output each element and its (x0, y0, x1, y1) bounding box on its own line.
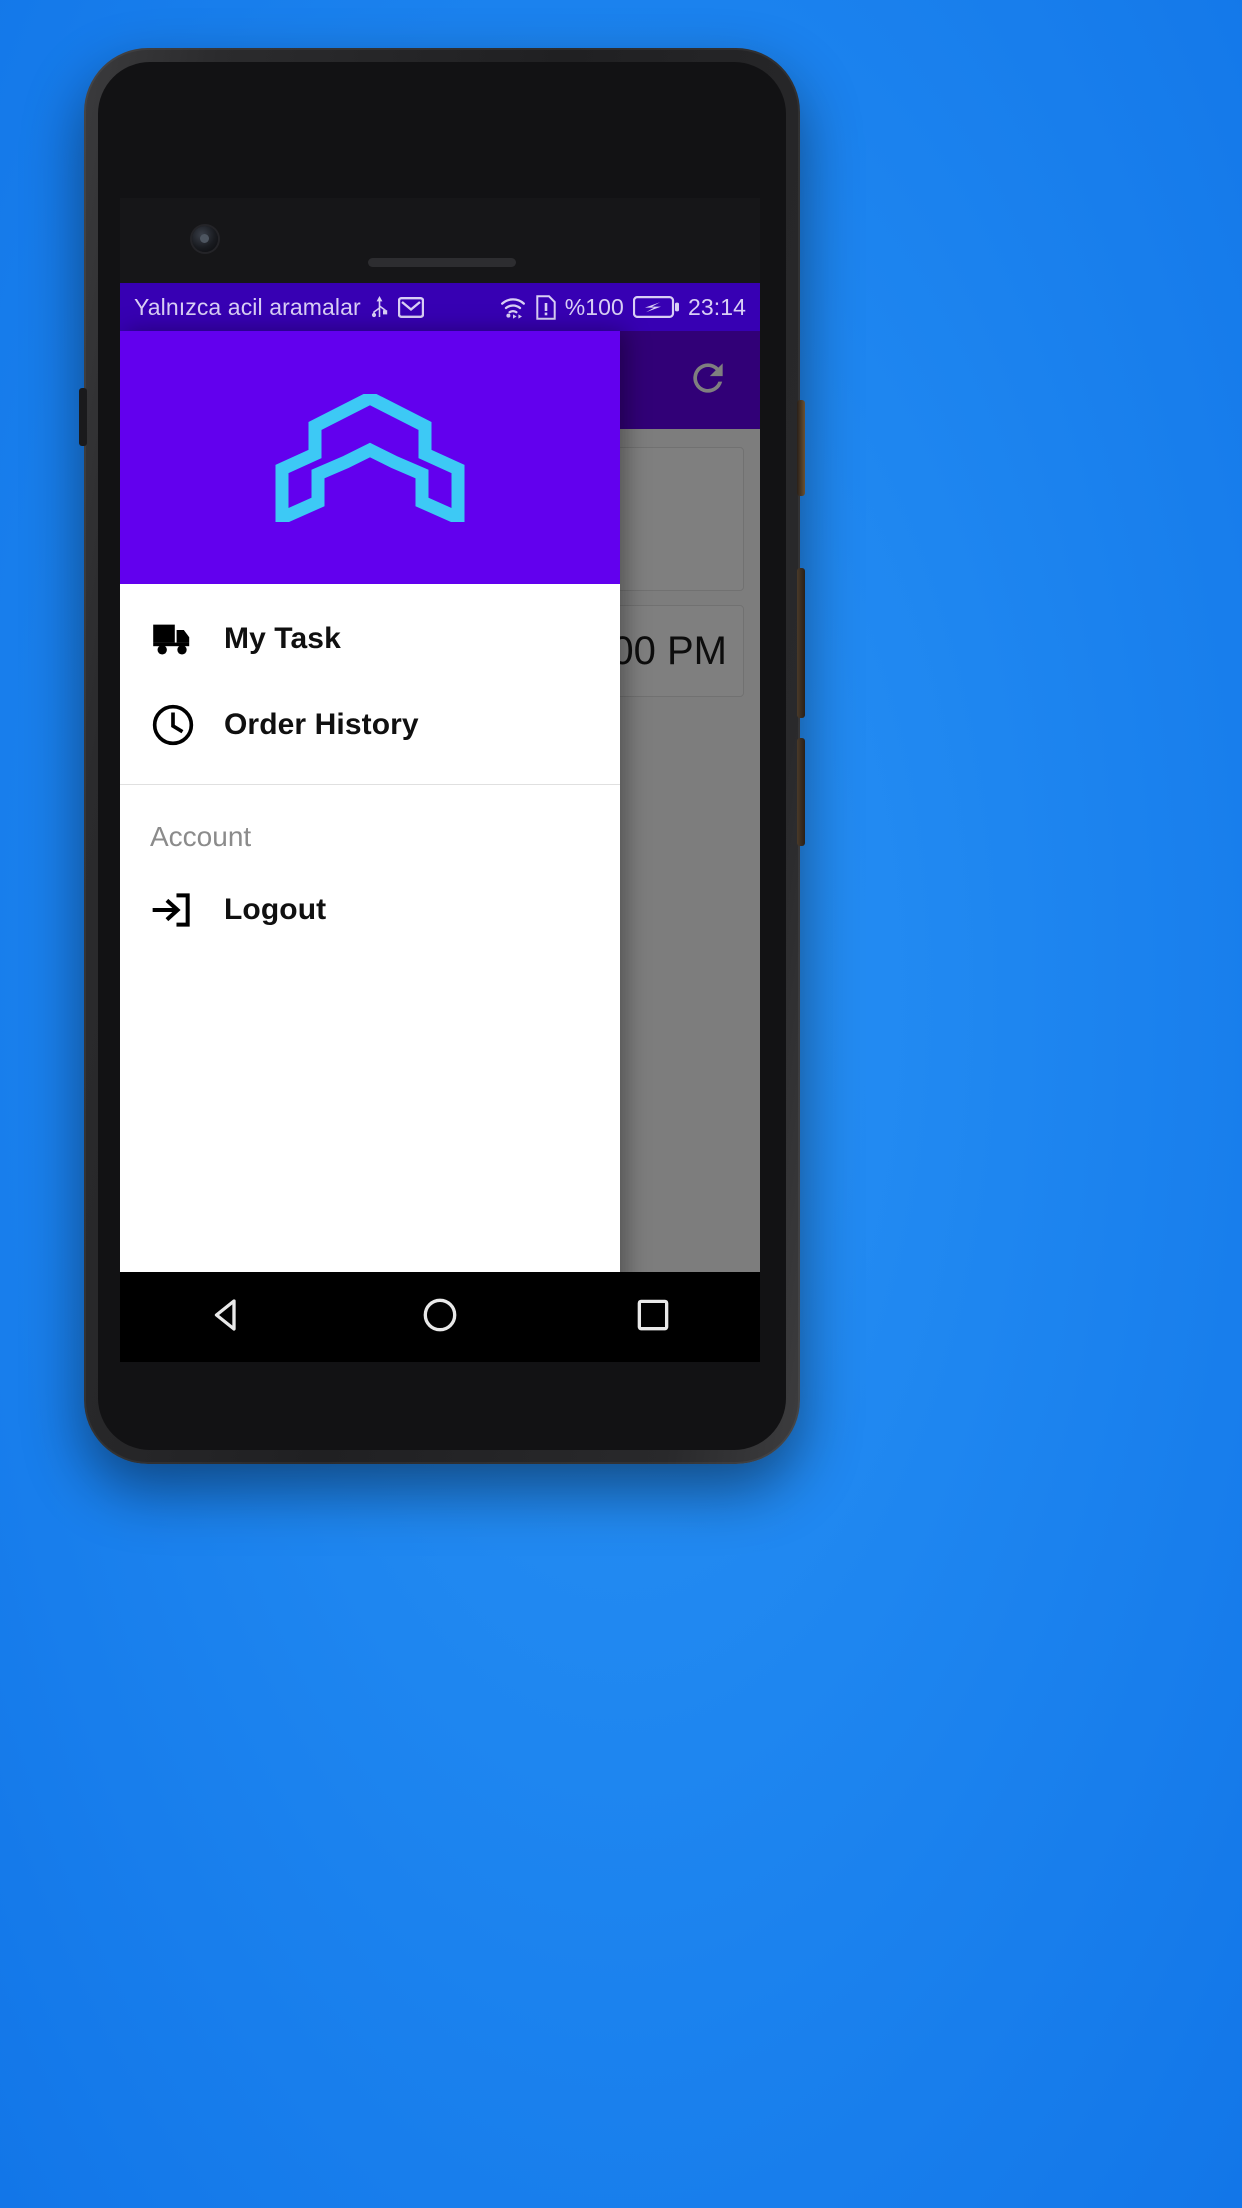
battery-charging-icon (632, 296, 679, 318)
volume-down-button[interactable] (797, 738, 805, 846)
logout-icon (150, 887, 196, 933)
clock-icon (150, 702, 196, 748)
battery-percent-label: %100 (564, 293, 624, 320)
wifi-icon (499, 295, 527, 319)
usb-icon (370, 295, 389, 319)
drawer-item-label: Logout (224, 893, 327, 926)
drawer-item-logout[interactable]: Logout (120, 867, 620, 953)
truck-icon (150, 616, 196, 662)
recents-square-icon[interactable] (632, 1294, 674, 1341)
carrier-text: Yalnızca acil aramalar (134, 293, 361, 320)
drawer-item-my-task[interactable]: My Task (120, 596, 620, 682)
status-bar-right: %100 23:14 (499, 294, 746, 321)
drawer-account-list: Logout (120, 867, 620, 953)
drawer-header (120, 331, 620, 584)
earpiece-speaker (368, 258, 516, 267)
back-triangle-icon[interactable] (206, 1294, 248, 1341)
navigation-drawer: My Task Order History Account Logout (120, 331, 620, 1310)
clock-label: 23:14 (687, 293, 746, 320)
home-circle-icon[interactable] (419, 1294, 461, 1341)
volume-up-button[interactable] (797, 568, 805, 718)
android-nav-bar (120, 1272, 760, 1362)
status-bar-left: Yalnızca acil aramalar (134, 294, 499, 321)
phone-forehead (120, 198, 760, 331)
drawer-main-list: My Task Order History (120, 584, 620, 768)
front-camera-icon (192, 226, 218, 252)
drawer-item-label: Order History (224, 708, 419, 741)
drawer-item-order-history[interactable]: Order History (120, 682, 620, 768)
left-side-button[interactable] (79, 388, 87, 446)
drawer-item-label: My Task (224, 622, 341, 655)
status-bar: Yalnızca acil aramalar %100 23:14 (120, 283, 760, 331)
phone-screen: Yalnızca acil aramalar %100 23:14 My Tas… (120, 198, 760, 1310)
sim-alert-icon (536, 294, 556, 320)
app-logo (275, 393, 465, 522)
power-button[interactable] (797, 400, 805, 496)
drawer-section-title: Account (150, 821, 252, 852)
gmail-icon (397, 296, 424, 318)
